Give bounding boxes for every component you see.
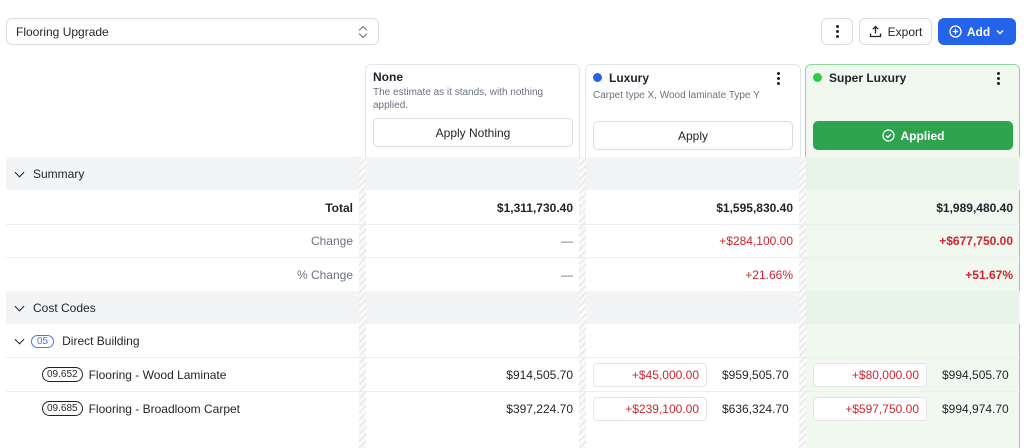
direct-building-toggle[interactable]: 05 Direct Building: [14, 334, 140, 348]
percent-change-super-luxury: +51.67%: [965, 268, 1013, 282]
cost-code-badge: 09.652: [42, 367, 83, 382]
column-separator: [579, 157, 586, 448]
chevron-down-icon: [996, 29, 1004, 34]
column-luxury-description: Carpet type X, Wood laminate Type Y: [593, 90, 760, 101]
column-none-description: The estimate as it stands, with nothing …: [373, 87, 544, 111]
cost-code-label: Flooring - Broadloom Carpet: [88, 401, 240, 416]
super-item-total: $994,974.70: [942, 402, 1009, 416]
kebab-icon: [835, 25, 839, 38]
group-label: Direct Building: [62, 334, 140, 348]
super-delta-input[interactable]: +$80,000.00: [813, 363, 927, 387]
column-separator: [799, 157, 806, 448]
upload-icon: [869, 25, 881, 38]
add-label: Add: [966, 24, 991, 39]
luxury-item-total: $636,324.70: [722, 402, 789, 416]
item-base-value: $397,224.70: [506, 402, 573, 416]
plus-circle-icon: [949, 25, 962, 38]
group-code-badge: 05: [31, 334, 55, 348]
change-luxury: +$284,100.00: [719, 234, 793, 248]
total-luxury: $1,595,830.40: [716, 201, 793, 215]
super-delta-input[interactable]: +$597,750.00: [813, 397, 927, 421]
change-super-luxury: +$677,750.00: [939, 234, 1013, 248]
luxury-color-dot: [593, 73, 602, 82]
change-label: Change: [310, 234, 353, 248]
cost-codes-band-super: [806, 291, 1019, 324]
scenario-select[interactable]: Flooring Upgrade: [6, 18, 379, 45]
more-options-button[interactable]: [821, 18, 853, 45]
column-super-luxury-title: Super Luxury: [829, 71, 907, 85]
luxury-delta-input[interactable]: +$45,000.00: [593, 363, 707, 387]
cost-code-badge: 09.685: [42, 401, 83, 416]
cost-codes-toggle[interactable]: Cost Codes: [14, 301, 96, 315]
export-button[interactable]: Export: [859, 18, 932, 45]
chevron-down-icon: [14, 334, 25, 345]
row-divider: [6, 224, 1020, 225]
total-super-luxury: $1,989,480.40: [936, 201, 1013, 215]
cost-codes-label: Cost Codes: [33, 301, 96, 315]
row-divider: [6, 257, 1020, 258]
item-base-value: $914,505.70: [506, 368, 573, 382]
chevron-down-icon: [14, 167, 25, 178]
column-separator: [359, 157, 366, 448]
add-button[interactable]: Add: [938, 18, 1016, 45]
row-divider: [6, 391, 1020, 392]
check-circle-icon: [881, 129, 895, 142]
applied-label: Applied: [900, 128, 945, 143]
column-none-title: None: [373, 70, 403, 84]
super-luxury-color-dot: [813, 73, 822, 82]
total-none: $1,311,730.40: [496, 201, 573, 215]
luxury-kebab-icon[interactable]: [777, 72, 780, 85]
percent-change-label: % Change: [296, 268, 353, 282]
scenario-select-value: Flooring Upgrade: [16, 24, 109, 39]
super-item-total: $994,505.70: [942, 368, 1009, 382]
chevron-up-down-icon: [358, 25, 368, 39]
cost-code-label: Flooring - Wood Laminate: [88, 367, 227, 382]
row-divider: [6, 357, 1020, 358]
export-label: Export: [887, 24, 923, 39]
change-none: —: [561, 234, 573, 248]
luxury-item-total: $959,505.70: [722, 368, 789, 382]
total-label: Total: [325, 201, 353, 215]
percent-change-luxury: +21.66%: [745, 268, 793, 282]
chevron-down-icon: [14, 301, 25, 312]
summary-label: Summary: [33, 167, 85, 181]
percent-change-none: —: [561, 268, 573, 282]
summary-toggle[interactable]: Summary: [14, 167, 85, 181]
super-luxury-kebab-icon[interactable]: [997, 72, 1000, 85]
column-luxury-title: Luxury: [609, 71, 650, 85]
cost-code-row: 09.652 Flooring - Wood Laminate: [42, 367, 226, 382]
apply-luxury-button[interactable]: Apply: [593, 121, 793, 150]
apply-nothing-button[interactable]: Apply Nothing: [373, 118, 573, 147]
summary-band-super: [806, 157, 1019, 190]
applied-button[interactable]: Applied: [813, 121, 1013, 150]
cost-code-row: 09.685 Flooring - Broadloom Carpet: [42, 401, 240, 416]
luxury-delta-input[interactable]: +$239,100.00: [593, 397, 707, 421]
